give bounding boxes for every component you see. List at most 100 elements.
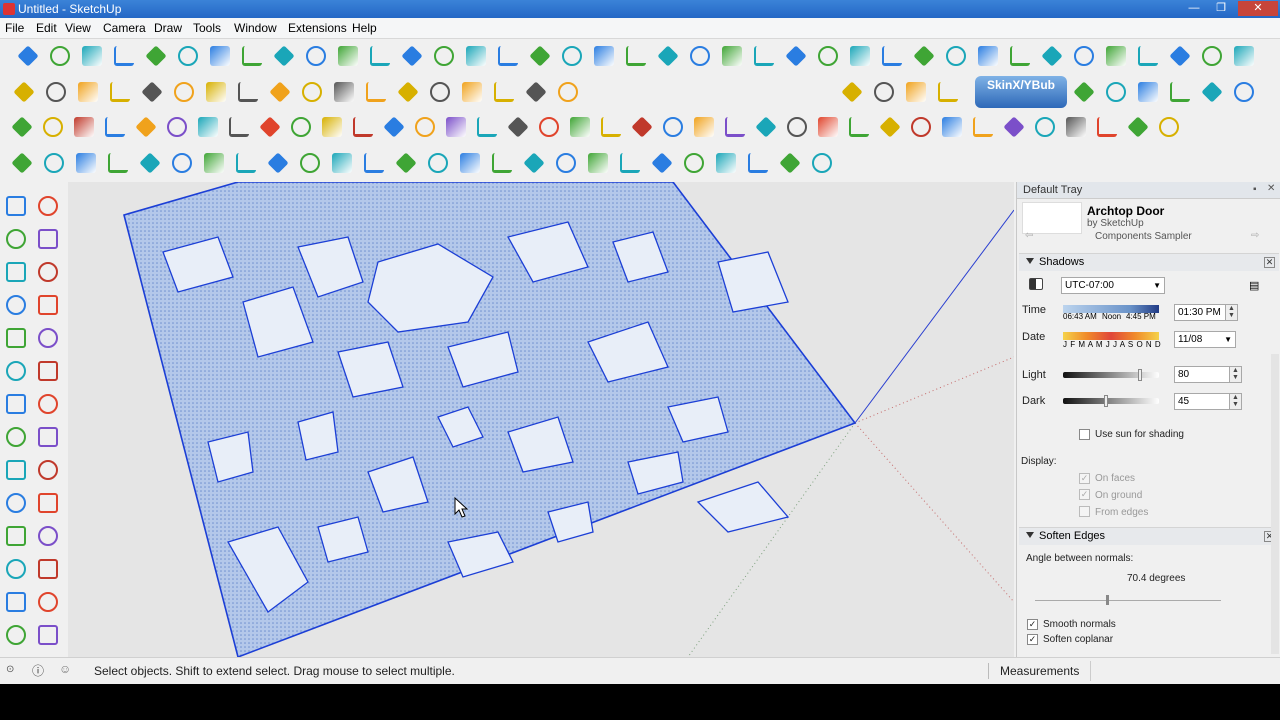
drawing-tool-icon[interactable] [6,592,26,612]
toolbar-tool-icon[interactable] [588,153,608,173]
credits-icon[interactable]: ⓘ [32,662,44,679]
toolbar-tool-icon[interactable] [267,152,289,174]
toolbar-tool-icon[interactable] [906,82,926,102]
toolbar-tool-icon[interactable] [1170,82,1190,102]
drawing-tool-icon[interactable] [38,394,58,414]
toolbar-tool-icon[interactable] [525,81,547,103]
toolbar-tool-icon[interactable] [492,153,512,173]
soften-edges-section-header[interactable]: Soften Edges ✕ [1019,527,1279,545]
toolbar-tool-icon[interactable] [812,153,832,173]
drawing-tool-icon[interactable] [6,262,26,282]
smooth-normals-checkbox[interactable]: ✓ [1027,619,1038,630]
menu-draw[interactable]: Draw [154,21,182,35]
drawing-tool-icon[interactable] [38,229,58,249]
toolbar-tool-icon[interactable] [74,117,94,137]
shadows-close-icon[interactable]: ✕ [1264,257,1275,268]
drawing-tool-icon[interactable] [38,328,58,348]
drawing-tool-icon[interactable] [38,361,58,381]
light-spinner[interactable]: ▲ ▼ [1230,366,1242,383]
toolbar-tool-icon[interactable] [43,117,63,137]
toolbar-tool-icon[interactable] [818,117,838,137]
toolbar-tool-icon[interactable] [397,81,419,103]
toolbar-tool-icon[interactable] [911,117,931,137]
model-canvas[interactable] [68,182,1014,657]
toolbar-tool-icon[interactable] [206,82,226,102]
toolbar-tool-icon[interactable] [460,153,480,173]
toolbar-tool-icon[interactable] [879,116,901,138]
menu-edit[interactable]: Edit [36,21,57,35]
toolbar-tool-icon[interactable] [498,46,518,66]
tray-close-icon[interactable]: ✕ [1267,183,1275,194]
toolbar-tool-icon[interactable] [562,46,582,66]
toolbar-tool-icon[interactable] [114,46,134,66]
toolbar-tool-icon[interactable] [198,117,218,137]
toolbar-tool-icon[interactable] [477,117,497,137]
toolbar-tool-icon[interactable] [631,116,653,138]
date-slider[interactable] [1063,332,1159,340]
light-slider[interactable] [1063,369,1159,381]
toolbar-tool-icon[interactable] [415,117,435,137]
toolbar-tool-icon[interactable] [269,81,291,103]
toolbar-tool-icon[interactable] [523,152,545,174]
drawing-tool-icon[interactable] [38,625,58,645]
toolbar-tool-icon[interactable] [938,82,958,102]
toolbar-tool-icon[interactable] [978,46,998,66]
menu-window[interactable]: Window [234,21,277,35]
toolbar-tool-icon[interactable] [1073,81,1095,103]
toolbar-tool-icon[interactable] [167,117,187,137]
shadow-settings-icon[interactable]: ▤ [1249,279,1259,292]
toolbar-tool-icon[interactable] [110,82,130,102]
drawing-tool-icon[interactable] [6,526,26,546]
minimize-button[interactable]: — [1181,1,1207,16]
toolbar-tool-icon[interactable] [366,82,386,102]
drawing-viewport[interactable] [68,182,1014,657]
soften-coplanar-checkbox[interactable]: ✓ [1027,634,1038,645]
toolbar-tool-icon[interactable] [874,82,894,102]
maximize-button[interactable]: ❐ [1208,1,1234,16]
drawing-tool-icon[interactable] [38,295,58,315]
toolbar-tool-icon[interactable] [11,116,33,138]
toolbar-tool-icon[interactable] [556,153,576,173]
toolbar-tool-icon[interactable] [82,46,102,66]
toolbar-tool-icon[interactable] [300,153,320,173]
toolbar-tool-icon[interactable] [722,46,742,66]
timezone-select[interactable]: UTC-07:00 ▼ [1061,277,1165,294]
toolbar-tool-icon[interactable] [1003,116,1025,138]
drawing-tool-icon[interactable] [38,559,58,579]
time-spinner[interactable]: ▲ ▼ [1226,304,1238,321]
toolbar-tool-icon[interactable] [302,82,322,102]
toolbar-tool-icon[interactable] [754,46,774,66]
toolbar-tool-icon[interactable] [620,153,640,173]
user-icon[interactable]: ☺ [59,662,71,676]
toolbar-tool-icon[interactable] [462,82,482,102]
toolbar-tool-icon[interactable] [44,153,64,173]
toolbar-tool-icon[interactable] [338,46,358,66]
toolbar-tool-icon[interactable] [178,46,198,66]
drawing-tool-icon[interactable] [38,592,58,612]
toolbar-tool-icon[interactable] [841,81,863,103]
toolbar-tool-icon[interactable] [779,152,801,174]
menu-tools[interactable]: Tools [193,21,221,35]
toolbar-tool-icon[interactable] [1041,45,1063,67]
light-slider-thumb[interactable] [1138,369,1142,381]
menu-file[interactable]: File [5,21,24,35]
drawing-tool-icon[interactable] [6,361,26,381]
dark-spinner[interactable]: ▲ ▼ [1230,393,1242,410]
drawing-tool-icon[interactable] [6,394,26,414]
shadows-section-header[interactable]: Shadows ✕ [1019,253,1279,271]
toolbar-tool-icon[interactable] [306,46,326,66]
menu-camera[interactable]: Camera [103,21,146,35]
geo-location-icon[interactable]: ⊙ [6,664,14,675]
toolbar-tool-icon[interactable] [594,46,614,66]
toolbar-tool-icon[interactable] [273,45,295,67]
time-input[interactable]: 01:30 PM [1174,304,1226,321]
toolbar-tool-icon[interactable] [1097,117,1117,137]
toolbar-tool-icon[interactable] [172,153,192,173]
toolbar-tool-icon[interactable] [663,117,683,137]
toolbar-tool-icon[interactable] [1035,117,1055,137]
menu-help[interactable]: Help [352,21,377,35]
toolbar-tool-icon[interactable] [626,46,646,66]
toolbar-tool-icon[interactable] [332,153,352,173]
toolbar-tool-icon[interactable] [716,153,736,173]
angle-slider-thumb[interactable] [1106,595,1109,605]
